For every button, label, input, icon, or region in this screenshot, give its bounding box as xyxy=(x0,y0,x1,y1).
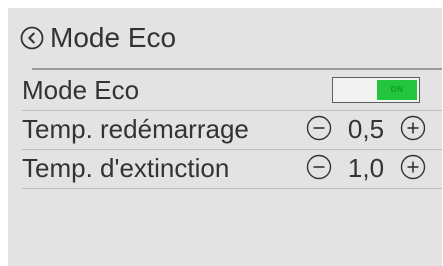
toggle-on-indicator: ON xyxy=(377,80,417,100)
shutdown-temp-value: 1,0 xyxy=(347,153,385,183)
restart-temp-decrement-button[interactable] xyxy=(306,115,332,141)
restart-temp-label: Temp. redémarrage xyxy=(22,114,249,144)
eco-mode-toggle[interactable]: ON xyxy=(332,77,420,103)
shutdown-temp-row: Temp. d'extinction 1,0 xyxy=(8,150,442,189)
eco-mode-row: Mode Eco ON xyxy=(8,72,442,111)
restart-temp-value: 0,5 xyxy=(347,114,385,144)
row-divider xyxy=(22,188,442,189)
shutdown-temp-label: Temp. d'extinction xyxy=(22,153,230,183)
restart-temp-increment-button[interactable] xyxy=(400,115,426,141)
screen: Mode Eco Mode Eco ON Temp. redémarrage 0… xyxy=(0,0,443,266)
eco-mode-panel: Mode Eco Mode Eco ON Temp. redémarrage 0… xyxy=(8,8,442,266)
restart-temp-row: Temp. redémarrage 0,5 xyxy=(8,111,442,150)
eco-mode-label: Mode Eco xyxy=(22,75,140,105)
shutdown-temp-decrement-button[interactable] xyxy=(306,154,332,180)
page-title: Mode Eco xyxy=(50,22,177,53)
shutdown-temp-increment-button[interactable] xyxy=(400,154,426,180)
header-divider xyxy=(32,68,442,70)
header: Mode Eco xyxy=(8,8,442,64)
back-button[interactable] xyxy=(20,26,44,50)
